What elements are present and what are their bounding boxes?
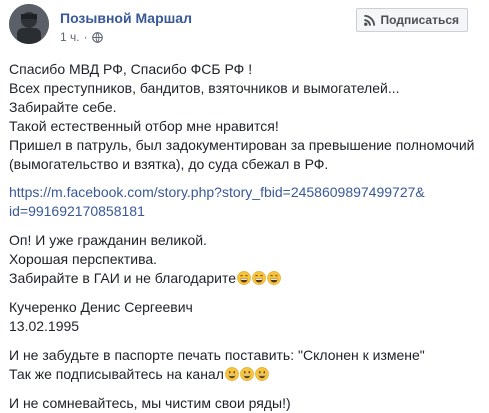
author-name[interactable]: Позывной Маршал	[60, 10, 192, 26]
smiling-face-icon	[225, 367, 239, 381]
smiling-face-icon	[255, 367, 269, 381]
post-line-text: Забирайте в ГАИ и не благодарите	[9, 270, 237, 286]
post-line: Такой естественный отбор мне нравится!	[9, 118, 279, 134]
post-line: Хорошая перспектива.	[9, 251, 158, 267]
post-line: Кучеренко Денис Сергеевич	[9, 299, 193, 315]
post-line-text: Так же подписывайтесь на канал	[9, 366, 224, 382]
avatar[interactable]	[9, 4, 49, 44]
smiling-face-icon	[240, 367, 254, 381]
post-line-with-emoji: Так же подписывайтесь на канал	[9, 365, 479, 384]
post-line: Забирайте себе.	[9, 99, 117, 115]
post-meta: 1 ч. ·	[60, 30, 103, 44]
timestamp[interactable]: 1 ч.	[60, 30, 80, 44]
post-line: И не сомневайтесь, мы чистим свои ряды!)	[9, 395, 291, 411]
post-line-with-emoji: Забирайте в ГАИ и не благодарите	[9, 269, 479, 288]
post-line: 13.02.1995	[9, 318, 80, 334]
post-line: (вымогательство и взятка), до суда сбежа…	[9, 156, 329, 172]
story-link[interactable]: https://m.facebook.com/story.php?story_f…	[9, 183, 479, 202]
story-link-cont[interactable]: id=991692170858181	[9, 202, 479, 221]
post-line: И не забудьте в паспорте печать поставит…	[9, 347, 425, 363]
post-line: Всех преступников, бандитов, взяточников…	[9, 80, 400, 96]
subscribe-button[interactable]: Подписаться	[355, 8, 468, 32]
post-line: Пришел в патруль, был задокументирован з…	[9, 137, 475, 153]
rss-icon	[363, 14, 375, 26]
grinning-face-icon	[267, 271, 281, 285]
grinning-face-icon	[237, 271, 251, 285]
post-line: Спасибо МВД РФ, Спасибо ФСБ РФ !	[9, 61, 253, 77]
post-line: Оп! И уже гражданин великой.	[9, 232, 207, 248]
facebook-post: Позывной Маршал 1 ч. · Подписаться Спаси…	[0, 0, 489, 411]
globe-icon	[91, 31, 103, 43]
grinning-face-icon	[252, 271, 266, 285]
subscribe-label: Подписаться	[380, 13, 459, 27]
post-body: Спасибо МВД РФ, Спасибо ФСБ РФ ! Всех пр…	[9, 60, 479, 413]
